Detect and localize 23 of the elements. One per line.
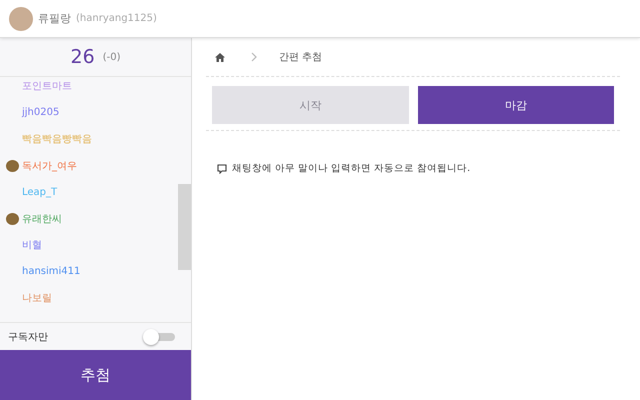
chevron-icon [251,52,257,62]
participant-name: 비혈 [22,239,42,252]
close-button[interactable]: 마감 [418,86,614,124]
participant-name: 독서가_여우 [22,160,77,173]
notice-text: 채팅창에 아무 말이나 입력하면 자동으로 참여됩니다. [232,162,470,175]
participant-name: 나보릴 [22,292,52,306]
participant-name: 유래한씨 [22,212,62,226]
participant-name: Leap_T [22,186,58,198]
count-change: (-0) [102,52,120,62]
chat-icon [217,164,227,174]
avatar-icon [9,6,33,30]
draw-button[interactable]: 추첨 [0,350,191,400]
scrollbar[interactable] [178,184,191,270]
participant-count: 26 [70,46,95,68]
participant-name: 포인트마트 [22,80,72,94]
user-id: (hanryang1125) [76,13,157,24]
participant-name: hansimi411 [22,266,80,278]
subscriber-only-label: 구독자만 [8,330,48,344]
participant-name: jjh0205 [22,107,60,118]
user-name: 류필랑 [38,11,71,26]
breadcrumb-page: 간편 추첨 [279,51,322,64]
participant-name: 빡음빡음빵빡음 [22,133,92,146]
home-icon[interactable] [215,52,225,62]
